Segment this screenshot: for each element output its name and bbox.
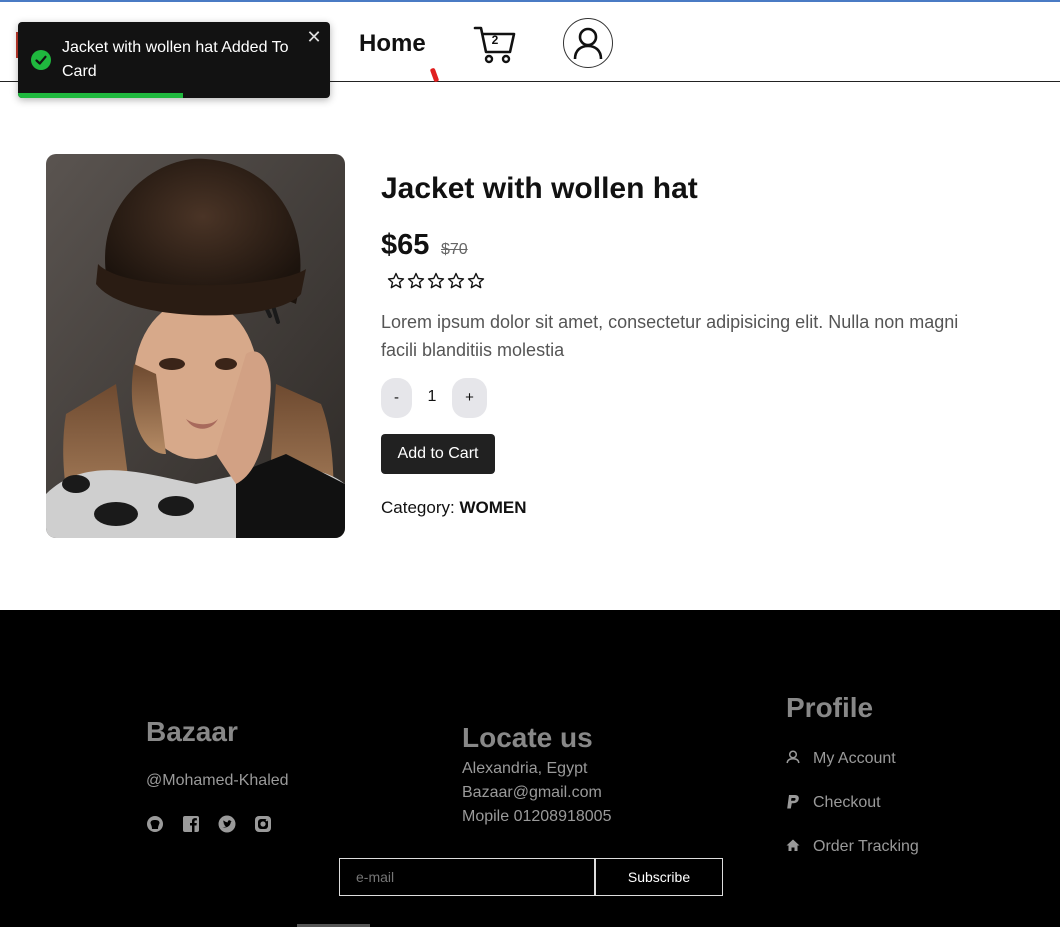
footer-profile-title: Profile: [786, 692, 874, 723]
star-icon: [447, 272, 465, 289]
star-icon: [407, 272, 425, 289]
footer-handle: @Mohamed-Khaled: [146, 772, 289, 789]
toast-notification: Jacket with wollen hat Added To Card ✕: [18, 22, 330, 98]
facebook-icon[interactable]: [182, 815, 200, 833]
footer-link-label: Order Tracking: [813, 838, 919, 855]
success-check-icon: [31, 50, 51, 70]
product-description: Lorem ipsum dolor sit amet, consectetur …: [381, 312, 959, 360]
quantity-value: 1: [427, 388, 437, 405]
star-icon: [387, 272, 405, 289]
product-image: [46, 154, 345, 538]
toast-progress-bar: [18, 93, 184, 98]
add-to-cart-button[interactable]: Add to Cart: [381, 434, 495, 474]
twitter-icon[interactable]: [218, 815, 236, 833]
product-price: $65: [381, 229, 430, 261]
footer-link-label: Checkout: [813, 794, 881, 811]
instagram-icon[interactable]: [254, 815, 272, 833]
toast-message: Jacket with wollen hat Added To Card: [62, 39, 289, 80]
nav-home-link[interactable]: Home: [359, 30, 426, 58]
footer-address: Alexandria, Egypt: [462, 760, 588, 777]
product-category: Category: WOMEN: [381, 498, 526, 518]
paypal-icon: [786, 794, 800, 810]
footer-email[interactable]: Bazaar@gmail.com: [462, 784, 602, 802]
github-icon[interactable]: [146, 815, 164, 833]
star-icon: [427, 272, 445, 289]
footer-locate-title: Locate us: [462, 722, 593, 753]
footer: Bazaar @Mohamed-Khaled Locate us Alexand…: [0, 610, 1060, 927]
footer-brand: Bazaar: [146, 716, 238, 747]
quantity-increase-button[interactable]: +: [452, 378, 487, 418]
footer-phone: Mopile 01208918005: [462, 808, 612, 825]
newsletter-email-input[interactable]: [339, 858, 595, 896]
user-icon: [786, 750, 800, 766]
account-button[interactable]: [563, 18, 613, 68]
category-label: Category:: [381, 498, 455, 517]
subscribe-button[interactable]: Subscribe: [595, 858, 723, 896]
toast-close-icon[interactable]: ✕: [306, 28, 322, 46]
product-old-price: $70: [441, 241, 468, 258]
cart-button[interactable]: 2: [472, 22, 516, 66]
quantity-decrease-button[interactable]: -: [381, 378, 412, 418]
social-links: [146, 815, 272, 833]
category-value[interactable]: WOMEN: [459, 498, 526, 517]
product-title: Jacket with wollen hat: [381, 172, 698, 205]
home-icon: [786, 838, 800, 854]
cart-count-badge: 2: [491, 33, 499, 47]
user-icon: [573, 27, 603, 60]
nav-active-indicator: [429, 67, 440, 83]
footer-link-label: My Account: [813, 750, 896, 767]
star-icon: [467, 272, 485, 289]
rating-stars: [387, 272, 485, 290]
